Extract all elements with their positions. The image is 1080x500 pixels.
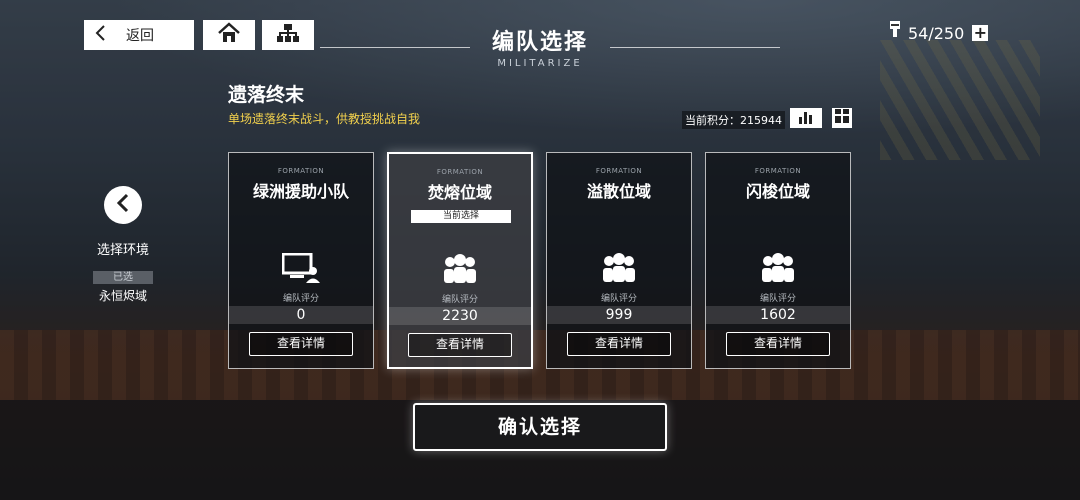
stage-name: 遗落终末 bbox=[228, 84, 305, 106]
computer-user-icon bbox=[229, 253, 373, 283]
stamina-counter: 54/250 + bbox=[888, 21, 1004, 45]
formation-name: 闪梭位域 bbox=[745, 182, 810, 201]
score-label: 编队评分 bbox=[282, 294, 319, 304]
formation-name: 绿洲援助小队 bbox=[252, 182, 349, 201]
environment-value: 永恒烬域 bbox=[98, 289, 147, 303]
group-icon bbox=[547, 253, 691, 283]
group-icon bbox=[389, 254, 531, 284]
formation-tag: FORMATION bbox=[277, 167, 325, 175]
gift-box-icon bbox=[834, 108, 850, 128]
bar-chart-icon bbox=[798, 109, 814, 128]
add-stamina-button[interactable]: + bbox=[972, 25, 989, 41]
view-details-button[interactable]: 查看详情 bbox=[567, 332, 671, 356]
formation-score: 1602 bbox=[706, 306, 850, 324]
formation-card-selected[interactable]: FORMATION 焚熔位域 当前选择 编队评分 2230 查看详情 bbox=[387, 152, 533, 369]
formation-name: 焚熔位域 bbox=[427, 183, 492, 202]
formation-score: 2230 bbox=[389, 307, 531, 325]
formation-name: 溢散位域 bbox=[586, 182, 651, 201]
confirm-selection-button[interactable]: 确认选择 bbox=[413, 403, 667, 451]
environment-label: 选择环境 bbox=[96, 243, 149, 258]
chevron-left-icon bbox=[116, 193, 130, 217]
score-label: 编队评分 bbox=[759, 294, 796, 304]
view-details-button[interactable]: 查看详情 bbox=[249, 332, 353, 356]
environment-prev-button[interactable] bbox=[104, 186, 142, 224]
formation-tag: FORMATION bbox=[754, 167, 802, 175]
ranking-button[interactable] bbox=[790, 108, 822, 128]
stage-description: 单场遗落终末战斗，供教授挑战自我 bbox=[228, 112, 421, 126]
view-details-button[interactable]: 查看详情 bbox=[408, 333, 512, 357]
formation-card[interactable]: FORMATION 溢散位域 编队评分 999 查看详情 bbox=[546, 152, 692, 369]
group-icon bbox=[706, 253, 850, 283]
score-label: 编队评分 bbox=[441, 295, 478, 305]
reward-button[interactable] bbox=[832, 108, 852, 128]
formation-tag: FORMATION bbox=[595, 167, 643, 175]
formation-score: 0 bbox=[229, 306, 373, 324]
formation-card[interactable]: FORMATION 绿洲援助小队 编队评分 0 查看详情 bbox=[228, 152, 374, 369]
stamina-value: 54/250 bbox=[908, 23, 965, 43]
selected-badge: 已选 bbox=[93, 271, 153, 284]
formation-score: 999 bbox=[547, 306, 691, 324]
current-selection-badge: 当前选择 bbox=[411, 210, 511, 223]
view-details-button[interactable]: 查看详情 bbox=[726, 332, 830, 356]
formation-tag: FORMATION bbox=[436, 168, 484, 176]
current-score: 当前积分：215944 bbox=[682, 111, 785, 129]
score-label: 编队评分 bbox=[600, 294, 637, 304]
formation-card[interactable]: FORMATION 闪梭位域 编队评分 1602 查看详情 bbox=[705, 152, 851, 369]
stamina-icon bbox=[888, 21, 902, 45]
page-subtitle: MILITARIZE bbox=[497, 58, 583, 69]
